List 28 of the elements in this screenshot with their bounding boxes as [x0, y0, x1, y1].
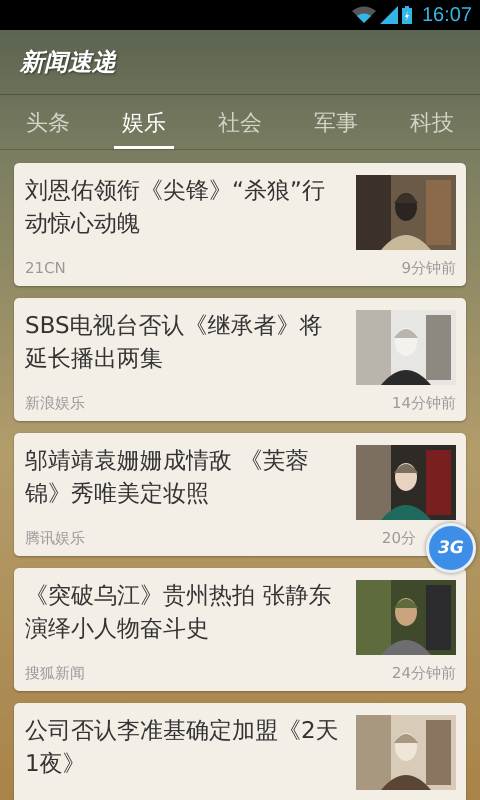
category-tab[interactable]: 头条	[18, 95, 78, 149]
publish-time: 14分钟前	[392, 394, 456, 413]
news-source: 新浪娱乐	[25, 394, 85, 413]
category-tab[interactable]: 军事	[306, 95, 366, 149]
news-source: 腾讯娱乐	[25, 529, 85, 548]
category-tab[interactable]: 社会	[210, 95, 270, 149]
signal-icon	[380, 6, 398, 24]
news-source: 搜狐新闻	[25, 664, 85, 683]
news-card[interactable]: 《突破乌江》贵州热拍 张静东演绎小人物奋斗史 搜狐新闻 24分钟前	[14, 568, 466, 691]
publish-time: 20分	[382, 529, 416, 548]
clock-time: 16:07	[422, 4, 472, 26]
news-source: 21CN	[25, 259, 66, 278]
publish-time: 9分钟前	[401, 259, 456, 278]
news-headline: 《突破乌江》贵州热拍 张静东演绎小人物奋斗史	[25, 582, 332, 644]
news-card[interactable]: 公司否认李准基确定加盟《2天1夜》	[14, 703, 466, 800]
wifi-icon	[352, 6, 376, 24]
app-title: 新闻速递	[20, 47, 116, 78]
category-tab[interactable]: 科技	[402, 95, 462, 149]
news-headline: 邬靖靖袁姗姗成情敌 《芙蓉锦》秀唯美定妆照	[25, 447, 310, 509]
news-card[interactable]: SBS电视台否认《继承者》将延长播出两集 新浪娱乐 14分钟前	[14, 298, 466, 421]
network-badge-button[interactable]: 3G	[426, 523, 476, 573]
category-tab[interactable]: 娱乐	[114, 95, 174, 149]
publish-time: 24分钟前	[392, 664, 456, 683]
news-headline: SBS电视台否认《继承者》将延长播出两集	[25, 312, 324, 374]
battery-icon	[402, 6, 412, 24]
news-card[interactable]: 刘恩佑领衔《尖锋》“杀狼”行动惊心动魄 21CN 9分钟前	[14, 163, 466, 286]
news-headline: 公司否认李准基确定加盟《2天1夜》	[25, 717, 340, 779]
news-headline: 刘恩佑领衔《尖锋》“杀狼”行动惊心动魄	[25, 177, 326, 239]
